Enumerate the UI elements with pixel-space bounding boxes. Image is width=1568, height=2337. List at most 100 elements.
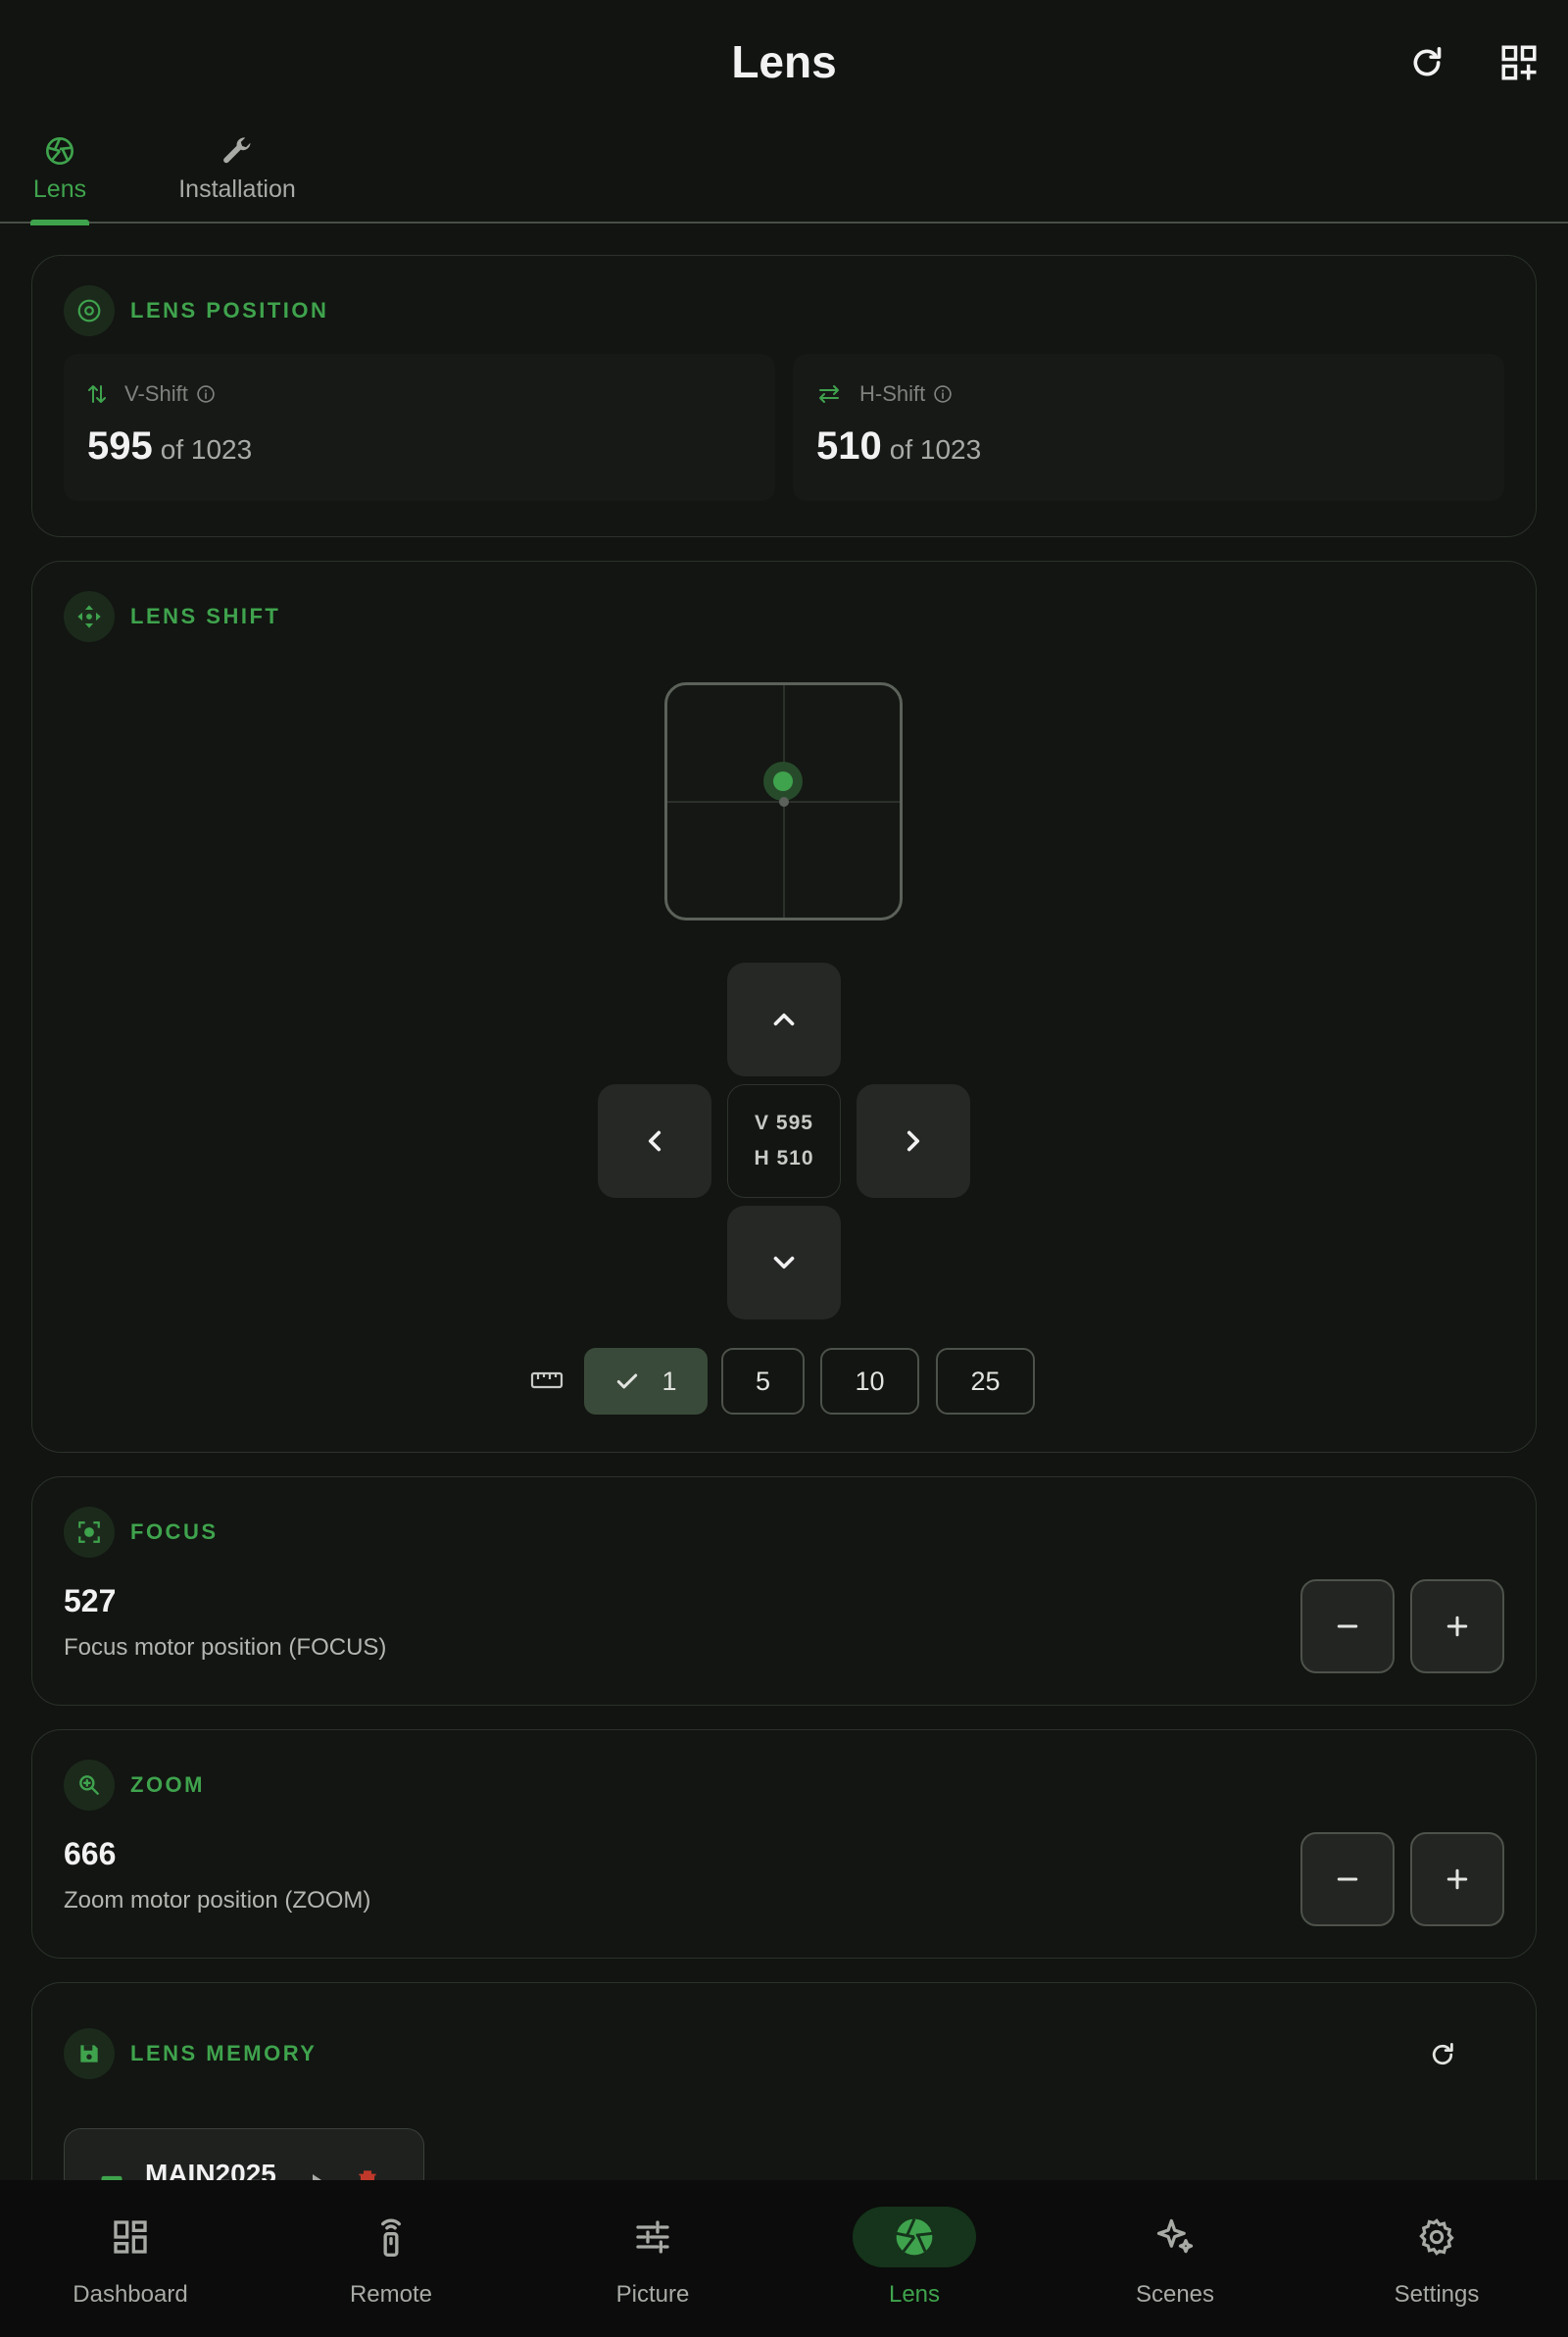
lens-position-header: LENS POSITION xyxy=(64,285,328,336)
nav-scenes[interactable]: Scenes xyxy=(1045,2180,1305,2337)
nav-settings[interactable]: Settings xyxy=(1306,2180,1567,2337)
nav-picture-label: Picture xyxy=(615,2281,690,2308)
zoom-description: Zoom motor position (ZOOM) xyxy=(64,1887,371,1914)
bottom-navigation: Dashboard Remote Picture Lens Scenes Set… xyxy=(0,2180,1568,2337)
wrench-icon xyxy=(220,130,255,172)
pad-center-dot xyxy=(779,797,789,807)
step-1-label: 1 xyxy=(662,1366,677,1396)
memory-refresh-button[interactable] xyxy=(1418,2030,1467,2079)
plus-icon xyxy=(1443,1865,1472,1894)
card-title: FOCUS xyxy=(130,1519,219,1544)
minus-icon xyxy=(1333,1865,1362,1894)
nav-lens[interactable]: Lens xyxy=(784,2180,1045,2337)
step-25-label: 25 xyxy=(970,1366,1001,1396)
chevron-up-icon xyxy=(767,1003,801,1036)
info-icon[interactable] xyxy=(196,384,216,404)
step-size-selector: 1 5 10 25 xyxy=(32,1348,1536,1415)
save-icon xyxy=(64,2028,115,2079)
lens-memory-header: LENS MEMORY xyxy=(64,2028,317,2079)
focus-increase-button[interactable] xyxy=(1410,1579,1504,1673)
v-shift-max: of 1023 xyxy=(160,434,253,465)
zoom-in-icon xyxy=(64,1760,115,1811)
tab-lens[interactable]: Lens xyxy=(30,130,89,225)
v-shift-value: 595 xyxy=(87,424,153,468)
focus-header: FOCUS xyxy=(64,1507,219,1558)
shift-position-pad[interactable] xyxy=(664,682,903,920)
card-title: LENS SHIFT xyxy=(130,604,281,628)
lens-shift-header: LENS SHIFT xyxy=(64,591,280,642)
zoom-card: ZOOM 666 Zoom motor position (ZOOM) xyxy=(31,1729,1537,1959)
focus-decrease-button[interactable] xyxy=(1300,1579,1395,1673)
aperture-icon xyxy=(44,130,75,172)
plus-icon xyxy=(1443,1612,1472,1641)
card-title: ZOOM xyxy=(130,1772,205,1797)
readout-h: H 510 xyxy=(754,1147,814,1169)
remote-icon xyxy=(329,2207,453,2267)
refresh-icon xyxy=(1407,43,1446,82)
nav-dashboard-label: Dashboard xyxy=(73,2281,188,2308)
v-shift-label: V-Shift xyxy=(124,381,188,406)
position-marker[interactable] xyxy=(773,771,793,791)
aperture-icon xyxy=(853,2207,976,2267)
page-title: Lens xyxy=(731,36,837,87)
step-10-label: 10 xyxy=(855,1366,885,1396)
horizontal-arrows-icon xyxy=(816,384,842,404)
step-10-button[interactable]: 10 xyxy=(820,1348,919,1415)
add-widget-button[interactable] xyxy=(1494,37,1544,88)
shift-up-button[interactable] xyxy=(727,963,841,1076)
step-1-button[interactable]: 1 xyxy=(584,1348,708,1415)
h-shift-max: of 1023 xyxy=(889,434,982,465)
nav-remote[interactable]: Remote xyxy=(261,2180,521,2337)
sliders-icon xyxy=(591,2207,714,2267)
shift-left-button[interactable] xyxy=(598,1084,711,1198)
nav-lens-label: Lens xyxy=(888,2281,941,2308)
shift-right-button[interactable] xyxy=(857,1084,970,1198)
tab-installation[interactable]: Installation xyxy=(149,130,325,224)
tab-lens-label: Lens xyxy=(32,175,87,203)
refresh-icon xyxy=(1428,2040,1457,2069)
step-25-button[interactable]: 25 xyxy=(936,1348,1035,1415)
vertical-arrows-icon xyxy=(87,382,107,406)
aperture-icon xyxy=(64,285,115,336)
nav-picture[interactable]: Picture xyxy=(522,2180,783,2337)
step-5-button[interactable]: 5 xyxy=(721,1348,805,1415)
shift-readout: V 595 H 510 xyxy=(727,1084,841,1198)
v-shift-stat: V-Shift 595 of 1023 xyxy=(64,354,775,501)
move-arrows-icon xyxy=(64,591,115,642)
tab-installation-label: Installation xyxy=(178,175,296,203)
h-shift-label: H-Shift xyxy=(859,381,926,406)
gear-icon xyxy=(1375,2207,1498,2267)
active-tab-indicator xyxy=(30,220,89,225)
refresh-button[interactable] xyxy=(1401,37,1452,88)
qr-add-icon xyxy=(1498,42,1540,83)
zoom-increase-button[interactable] xyxy=(1410,1832,1504,1926)
shift-down-button[interactable] xyxy=(727,1206,841,1319)
tab-bar: Lens Installation xyxy=(0,123,1568,225)
nav-dashboard[interactable]: Dashboard xyxy=(0,2180,261,2337)
check-icon xyxy=(614,1368,640,1394)
nav-settings-label: Settings xyxy=(1394,2281,1480,2308)
chevron-left-icon xyxy=(638,1124,671,1158)
minus-icon xyxy=(1333,1612,1362,1641)
focus-card: FOCUS 527 Focus motor position (FOCUS) xyxy=(31,1476,1537,1706)
app-header: Lens xyxy=(0,0,1568,123)
chevron-right-icon xyxy=(897,1124,930,1158)
zoom-value: 666 xyxy=(64,1836,117,1871)
h-shift-stat: H-Shift 510 of 1023 xyxy=(793,354,1504,501)
info-icon[interactable] xyxy=(933,384,953,404)
nav-scenes-label: Scenes xyxy=(1135,2281,1215,2308)
card-title: LENS MEMORY xyxy=(130,2041,318,2065)
zoom-decrease-button[interactable] xyxy=(1300,1832,1395,1926)
step-5-label: 5 xyxy=(755,1366,771,1396)
zoom-header: ZOOM xyxy=(64,1760,205,1811)
focus-value: 527 xyxy=(64,1583,117,1618)
nav-remote-label: Remote xyxy=(349,2281,433,2308)
chevron-down-icon xyxy=(767,1246,801,1279)
focus-icon xyxy=(64,1507,115,1558)
sparkles-icon xyxy=(1113,2207,1237,2267)
card-title: LENS POSITION xyxy=(130,298,329,323)
h-shift-value: 510 xyxy=(816,424,882,468)
ruler-icon xyxy=(530,1367,564,1393)
readout-v: V 595 xyxy=(755,1112,813,1134)
focus-description: Focus motor position (FOCUS) xyxy=(64,1634,387,1661)
